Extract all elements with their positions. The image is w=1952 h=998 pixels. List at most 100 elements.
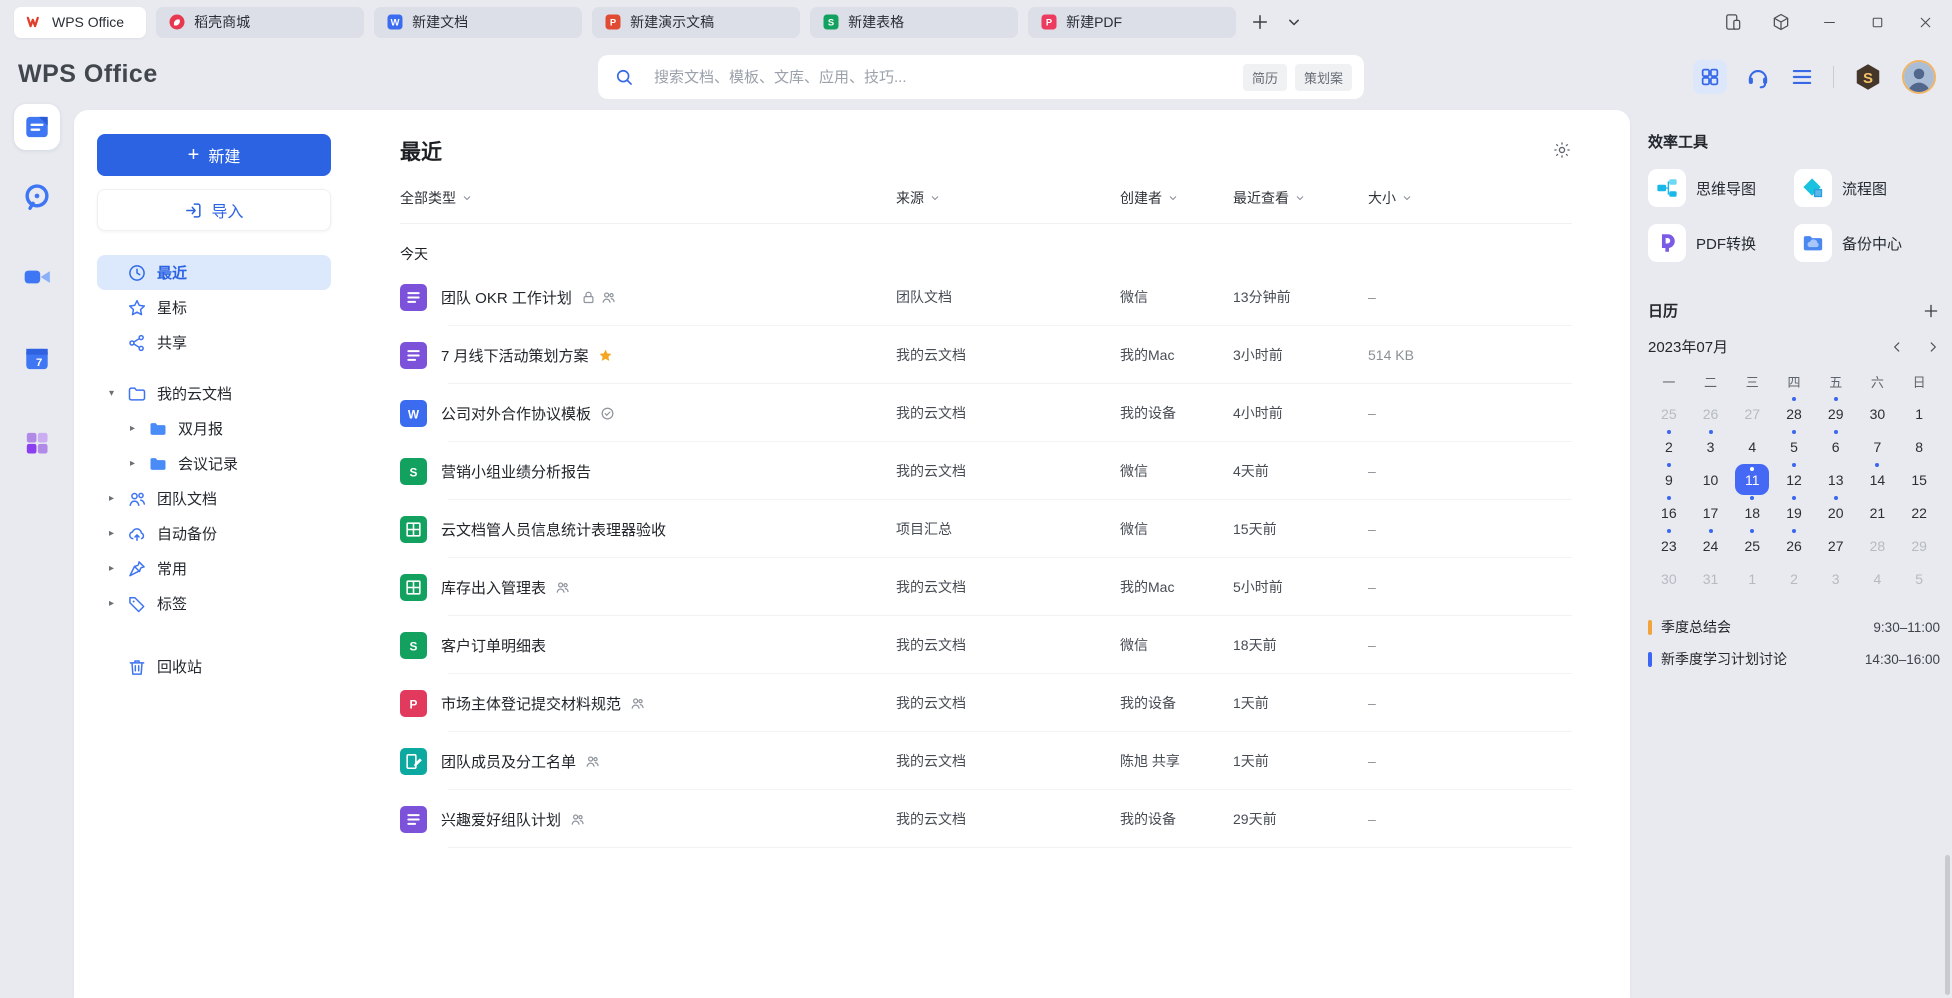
menu-lines-icon[interactable] <box>1789 64 1815 90</box>
sidebar-item-share[interactable]: 共享 <box>97 325 331 360</box>
calendar-day[interactable]: 23 <box>1648 529 1690 562</box>
right-scrollbar[interactable] <box>1945 855 1950 995</box>
app-tab[interactable]: WPS Office <box>14 7 146 38</box>
calendar-next-button[interactable] <box>1926 340 1940 354</box>
sidebar-item-trash[interactable]: 回收站 <box>97 649 331 684</box>
filter-creator[interactable]: 创建者 <box>1120 188 1233 208</box>
device-link-icon[interactable] <box>1716 7 1750 37</box>
calendar-day[interactable]: 25 <box>1731 529 1773 562</box>
file-row[interactable]: S 营销小组业绩分析报告 我的云文档 微信 4天前 – <box>400 442 1572 500</box>
sidebar-item-backup[interactable]: ▸ 自动备份 <box>97 516 331 551</box>
calendar-day[interactable]: 3 <box>1815 562 1857 595</box>
expand-arrow-icon[interactable]: ▸ <box>109 528 127 539</box>
calendar-day[interactable]: 28 <box>1857 529 1899 562</box>
tool-mindmap[interactable]: 思维导图 <box>1648 165 1794 211</box>
expand-arrow-icon[interactable]: ▸ <box>109 493 127 504</box>
search-input[interactable] <box>654 69 1235 86</box>
close-button[interactable] <box>1908 7 1942 37</box>
filter-size[interactable]: 大小 <box>1368 188 1572 208</box>
sidebar-item-star[interactable]: 星标 <box>97 290 331 325</box>
file-row[interactable]: S 客户订单明细表 我的云文档 微信 18天前 – <box>400 616 1572 674</box>
calendar-day[interactable]: 1 <box>1898 397 1940 430</box>
rail-item-docs[interactable] <box>14 104 60 150</box>
calendar-day[interactable]: 30 <box>1857 397 1899 430</box>
tool-backup-center[interactable]: 备份中心 <box>1794 220 1940 266</box>
calendar-day[interactable]: 11 <box>1731 463 1773 496</box>
new-button[interactable]: + 新建 <box>97 134 331 176</box>
calendar-day[interactable]: 1 <box>1731 562 1773 595</box>
app-tab[interactable]: P 新建PDF <box>1028 7 1236 38</box>
sidebar-item-pin[interactable]: ▸ 常用 <box>97 551 331 586</box>
calendar-day[interactable]: 19 <box>1773 496 1815 529</box>
calendar-day[interactable]: 29 <box>1815 397 1857 430</box>
file-row[interactable]: 团队 OKR 工作计划 团队文档 微信 13分钟前 – <box>400 268 1572 326</box>
rail-item-apps[interactable] <box>14 420 60 466</box>
rail-item-meeting[interactable] <box>14 254 60 300</box>
calendar-day[interactable]: 6 <box>1815 430 1857 463</box>
calendar-day[interactable]: 27 <box>1815 529 1857 562</box>
svip-badge[interactable]: S <box>1852 62 1884 92</box>
calendar-day[interactable]: 28 <box>1773 397 1815 430</box>
file-row[interactable]: W 公司对外合作协议模板 我的云文档 我的设备 4小时前 – <box>400 384 1572 442</box>
calendar-day[interactable]: 15 <box>1898 463 1940 496</box>
calendar-day[interactable]: 4 <box>1731 430 1773 463</box>
sidebar-item-folder-cloud[interactable]: ▾ 我的云文档 <box>97 376 331 411</box>
calendar-day[interactable]: 14 <box>1857 463 1899 496</box>
calendar-day[interactable]: 2 <box>1773 562 1815 595</box>
calendar-day[interactable]: 29 <box>1898 529 1940 562</box>
sidebar-item-team[interactable]: ▸ 团队文档 <box>97 481 331 516</box>
calendar-add-button[interactable] <box>1922 302 1940 320</box>
calendar-day[interactable]: 26 <box>1690 397 1732 430</box>
filter-viewed[interactable]: 最近查看 <box>1233 188 1368 208</box>
file-row[interactable]: 兴趣爱好组队计划 我的云文档 我的设备 29天前 – <box>400 790 1572 848</box>
calendar-day[interactable]: 13 <box>1815 463 1857 496</box>
expand-arrow-icon[interactable]: ▸ <box>130 458 148 469</box>
calendar-day[interactable]: 8 <box>1898 430 1940 463</box>
expand-arrow-icon[interactable]: ▾ <box>109 388 127 399</box>
app-tab[interactable]: 稻壳商城 <box>156 7 364 38</box>
search-bar[interactable]: 简历 策划案 <box>598 55 1364 99</box>
calendar-day[interactable]: 17 <box>1690 496 1732 529</box>
cube-icon[interactable] <box>1764 7 1798 37</box>
calendar-event[interactable]: 季度总结会 9:30–11:00 <box>1648 611 1940 643</box>
calendar-day[interactable]: 25 <box>1648 397 1690 430</box>
avatar[interactable] <box>1902 60 1936 94</box>
calendar-day[interactable]: 27 <box>1731 397 1773 430</box>
sidebar-item-folder[interactable]: ▸ 双月报 <box>118 411 331 446</box>
file-row[interactable]: 云文档管人员信息统计表理器验收 项目汇总 微信 15天前 – <box>400 500 1572 558</box>
tool-flowchart[interactable]: 流程图 <box>1794 165 1940 211</box>
calendar-day[interactable]: 5 <box>1773 430 1815 463</box>
calendar-day[interactable]: 26 <box>1773 529 1815 562</box>
calendar-day[interactable]: 21 <box>1857 496 1899 529</box>
calendar-day[interactable]: 7 <box>1857 430 1899 463</box>
filter-type[interactable]: 全部类型 <box>400 188 896 208</box>
new-tab-button[interactable] <box>1250 12 1270 32</box>
expand-arrow-icon[interactable]: ▸ <box>109 598 127 609</box>
search-tag-resume[interactable]: 简历 <box>1243 64 1287 91</box>
calendar-day[interactable]: 3 <box>1690 430 1732 463</box>
gear-icon[interactable] <box>1552 140 1572 160</box>
calendar-day[interactable]: 2 <box>1648 430 1690 463</box>
calendar-event[interactable]: 新季度学习计划讨论 14:30–16:00 <box>1648 643 1940 675</box>
calendar-day[interactable]: 16 <box>1648 496 1690 529</box>
calendar-day[interactable]: 10 <box>1690 463 1732 496</box>
app-tab[interactable]: W 新建文档 <box>374 7 582 38</box>
calendar-day[interactable]: 9 <box>1648 463 1690 496</box>
file-row[interactable]: 库存出入管理表 我的云文档 我的Mac 5小时前 – <box>400 558 1572 616</box>
expand-arrow-icon[interactable]: ▸ <box>130 423 148 434</box>
calendar-day[interactable]: 5 <box>1898 562 1940 595</box>
sidebar-item-folder[interactable]: ▸ 会议记录 <box>118 446 331 481</box>
calendar-day[interactable]: 12 <box>1773 463 1815 496</box>
minimize-button[interactable] <box>1812 7 1846 37</box>
calendar-day[interactable]: 24 <box>1690 529 1732 562</box>
calendar-prev-button[interactable] <box>1890 340 1904 354</box>
tool-pdf-convert[interactable]: PDF转换 <box>1648 220 1794 266</box>
app-tab[interactable]: S 新建表格 <box>810 7 1018 38</box>
rail-item-calendar-7[interactable]: 7 <box>14 336 60 382</box>
maximize-button[interactable] <box>1860 7 1894 37</box>
search-tag-plan[interactable]: 策划案 <box>1295 64 1352 91</box>
calendar-day[interactable]: 22 <box>1898 496 1940 529</box>
filter-source[interactable]: 来源 <box>896 188 1120 208</box>
calendar-day[interactable]: 20 <box>1815 496 1857 529</box>
sidebar-item-tag[interactable]: ▸ 标签 <box>97 586 331 621</box>
